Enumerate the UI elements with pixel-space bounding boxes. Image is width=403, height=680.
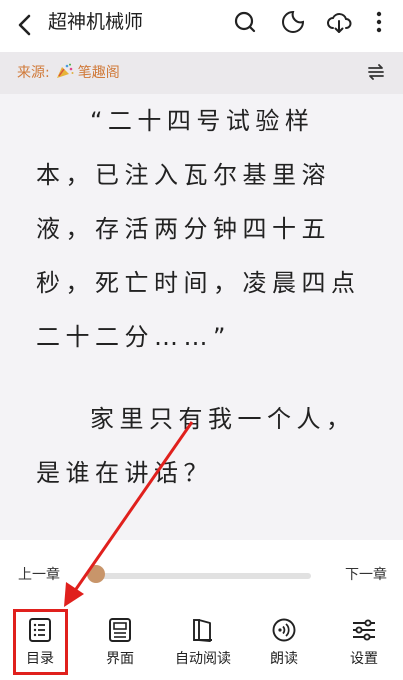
next-chapter-button[interactable]: 下一章 xyxy=(345,564,387,584)
settings-tab-label: 设置 xyxy=(350,651,378,667)
top-bar: 超神机械师 xyxy=(0,0,403,52)
source-info[interactable]: 来源: 笔趣阁 xyxy=(17,63,120,83)
read-aloud-icon xyxy=(272,618,296,642)
chapter-nav-bar: 上一章 下一章 xyxy=(0,540,403,608)
auto-read-tab-label: 自动阅读 xyxy=(175,651,231,667)
layout-tab[interactable]: 界面 xyxy=(100,608,140,680)
book-title: 超神机械师 xyxy=(48,11,144,33)
night-mode-icon[interactable] xyxy=(280,9,306,35)
more-vert-icon[interactable] xyxy=(372,9,386,35)
layout-tab-label: 界面 xyxy=(106,651,134,667)
annotation-highlight-box xyxy=(13,609,68,675)
settings-sliders-icon xyxy=(353,619,375,641)
back-icon[interactable] xyxy=(14,12,36,38)
reading-content[interactable]: “二十四号试验样本，已注入瓦尔基里溶液，存活两分钟四十五秒，死亡时间，凌晨四点二… xyxy=(0,94,403,540)
chapter-progress-slider[interactable] xyxy=(96,573,311,579)
read-aloud-tab-label: 朗读 xyxy=(270,651,298,667)
source-label: 来源: xyxy=(17,65,50,81)
book-icon xyxy=(193,619,212,642)
party-popper-icon xyxy=(56,63,74,78)
switch-source-icon[interactable] xyxy=(365,61,387,83)
source-name: 笔趣阁 xyxy=(77,65,120,81)
content-paragraph: 家里只有我一个人，是谁在讲话？ xyxy=(36,405,356,487)
read-aloud-tab[interactable]: 朗读 xyxy=(264,608,304,680)
auto-read-tab[interactable]: 自动阅读 xyxy=(168,608,238,680)
cloud-download-icon[interactable] xyxy=(326,9,352,35)
search-icon[interactable] xyxy=(232,9,258,35)
content-paragraph: “二十四号试验样本，已注入瓦尔基里溶液，存活两分钟四十五秒，死亡时间，凌晨四点二… xyxy=(36,107,361,351)
settings-tab[interactable]: 设置 xyxy=(344,608,384,680)
progress-thumb[interactable] xyxy=(87,565,105,583)
prev-chapter-button[interactable]: 上一章 xyxy=(18,564,60,584)
layout-icon xyxy=(109,618,131,642)
source-bar: 来源: 笔趣阁 xyxy=(0,52,403,94)
